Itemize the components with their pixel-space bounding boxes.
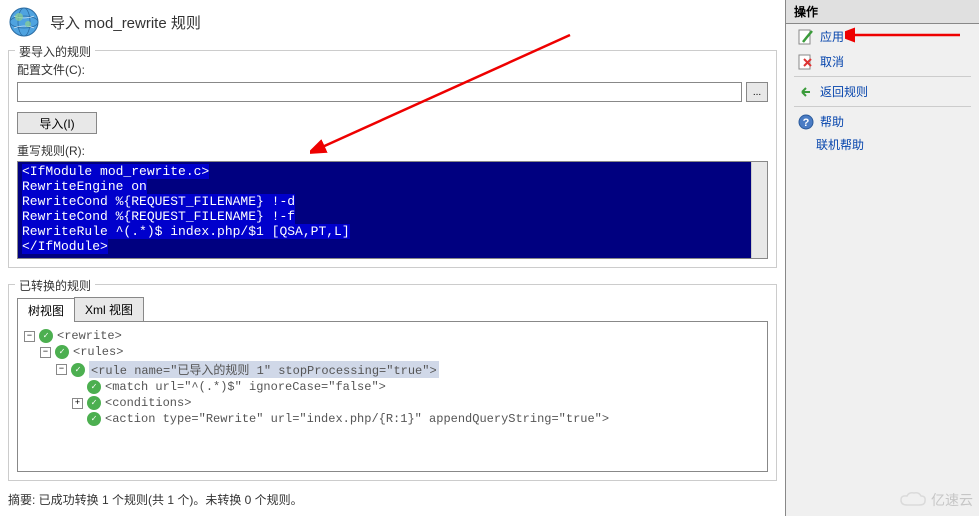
import-legend: 要导入的规则 — [15, 43, 95, 60]
check-icon: ✓ — [39, 329, 53, 343]
config-file-input[interactable] — [17, 82, 742, 102]
import-button[interactable]: 导入(I) — [17, 112, 97, 134]
online-help-action[interactable]: 联机帮助 — [786, 134, 979, 155]
collapse-icon[interactable]: − — [40, 347, 51, 358]
config-file-label: 配置文件(C): — [17, 61, 768, 78]
apply-action[interactable]: 应用 — [786, 24, 979, 49]
rewrite-rules-label: 重写规则(R): — [17, 144, 85, 158]
actions-header: 操作 — [786, 0, 979, 24]
converted-rules-section: 已转换的规则 树视图 Xml 视图 − ✓ <rewrite> − ✓ <rul… — [8, 284, 777, 481]
tree-node-match[interactable]: ✓ <match url="^(.*)$" ignoreCase="false"… — [24, 379, 761, 395]
import-rules-section: 要导入的规则 配置文件(C): ... 导入(I) 重写规则(R): <IfMo… — [8, 50, 777, 268]
expand-icon[interactable]: + — [72, 398, 83, 409]
collapse-icon[interactable]: − — [56, 364, 67, 375]
page-title: 导入 mod_rewrite 规则 — [50, 12, 201, 33]
actions-panel: 操作 应用 取消 返回规则 ? 帮助 联机帮助 — [785, 0, 979, 516]
check-icon: ✓ — [55, 345, 69, 359]
help-action[interactable]: ? 帮助 — [786, 109, 979, 134]
tree-view-pane: − ✓ <rewrite> − ✓ <rules> − ✓ <rule name… — [17, 322, 768, 472]
tree-node-rules[interactable]: − ✓ <rules> — [24, 344, 761, 360]
tree-node-rule[interactable]: − ✓ <rule name="已导入的规则 1" stopProcessing… — [24, 360, 761, 379]
back-arrow-icon — [798, 84, 814, 100]
watermark: 亿速云 — [899, 490, 973, 510]
apply-icon — [798, 29, 814, 45]
tree-node-rewrite[interactable]: − ✓ <rewrite> — [24, 328, 761, 344]
check-icon: ✓ — [71, 363, 85, 377]
cancel-icon — [798, 54, 814, 70]
tab-xml-view[interactable]: Xml 视图 — [74, 297, 144, 321]
tree-node-action[interactable]: ✓ <action type="Rewrite" url="index.php/… — [24, 411, 761, 427]
check-icon: ✓ — [87, 412, 101, 426]
cancel-action[interactable]: 取消 — [786, 49, 979, 74]
help-icon: ? — [798, 114, 814, 130]
scrollbar[interactable] — [751, 162, 767, 258]
tree-node-conditions[interactable]: + ✓ <conditions> — [24, 395, 761, 411]
svg-text:?: ? — [803, 117, 810, 129]
summary-text: 摘要: 已成功转换 1 个规则(共 1 个)。未转换 0 个规则。 — [8, 487, 777, 512]
check-icon: ✓ — [87, 380, 101, 394]
tab-tree-view[interactable]: 树视图 — [17, 298, 75, 322]
rewrite-rules-textarea[interactable]: <IfModule mod_rewrite.c> RewriteEngine o… — [17, 161, 768, 259]
converted-legend: 已转换的规则 — [15, 277, 95, 294]
globe-icon — [8, 6, 40, 38]
back-to-rules-action[interactable]: 返回规则 — [786, 79, 979, 104]
collapse-icon[interactable]: − — [24, 331, 35, 342]
browse-button[interactable]: ... — [746, 82, 768, 102]
check-icon: ✓ — [87, 396, 101, 410]
